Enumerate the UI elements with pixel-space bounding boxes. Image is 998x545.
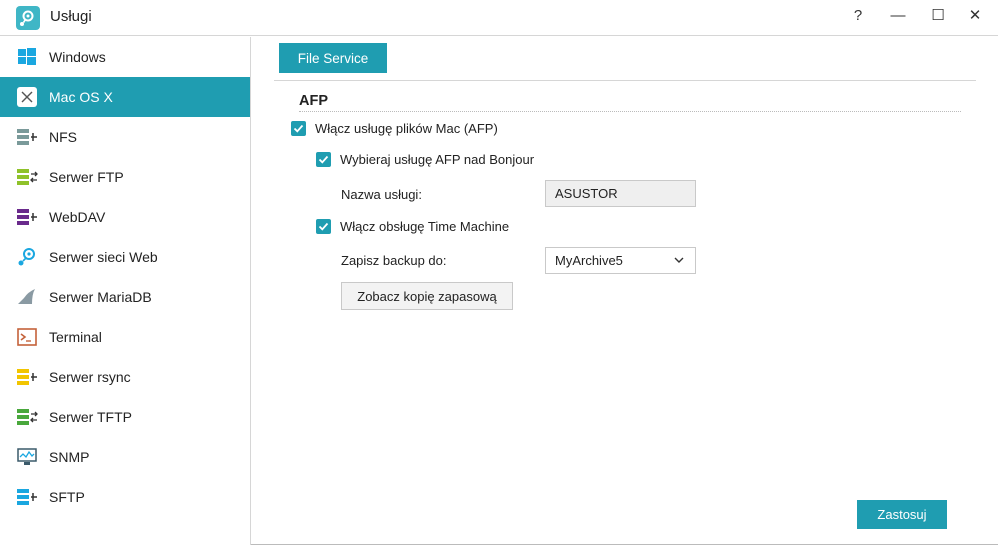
sidebar-item-snmp[interactable]: SNMP [0, 437, 250, 477]
sidebar-item-mac-os-x[interactable]: Mac OS X [0, 77, 250, 117]
service-name-label: Nazwa usługi: [341, 187, 422, 202]
sidebar-item-label: Mac OS X [49, 89, 113, 105]
help-icon: ? [853, 6, 863, 24]
sidebar-item-web-server[interactable]: Serwer sieci Web [0, 237, 250, 277]
time-machine-checkbox[interactable]: Włącz obsługę Time Machine [316, 219, 509, 234]
snmp-icon [16, 446, 38, 468]
mac-os-icon [16, 86, 38, 108]
services-window: Usługi ? — ☐ ✕ Windows Mac OS X NFS Serw… [0, 0, 998, 545]
view-backup-button[interactable]: Zobacz kopię zapasową [341, 282, 513, 310]
mariadb-icon [16, 286, 38, 308]
backup-target-label: Zapisz backup do: [341, 253, 447, 268]
close-icon: ✕ [968, 7, 982, 24]
minimize-button[interactable]: — [878, 0, 918, 30]
window-title: Usługi [50, 8, 92, 25]
sidebar-item-label: SNMP [49, 449, 90, 465]
sidebar-item-label: Serwer FTP [49, 169, 124, 185]
maximize-icon: ☐ [931, 7, 945, 24]
bonjour-label: Wybieraj usługę AFP nad Bonjour [340, 152, 535, 167]
sidebar-item-nfs[interactable]: NFS [0, 117, 250, 157]
section-divider [299, 111, 961, 112]
sidebar-item-label: Windows [49, 49, 106, 65]
web-server-icon [16, 246, 38, 268]
title-bar: Usługi ? — ☐ ✕ [0, 0, 998, 36]
close-button[interactable]: ✕ [955, 0, 995, 30]
sidebar-item-label: WebDAV [49, 209, 106, 225]
sftp-icon [16, 486, 38, 508]
sidebar-item-label: Serwer TFTP [49, 409, 132, 425]
sidebar-item-label: Terminal [49, 329, 102, 345]
services-icon [16, 6, 40, 30]
sidebar-item-windows[interactable]: Windows [0, 37, 250, 77]
sidebar-item-webdav[interactable]: WebDAV [0, 197, 250, 237]
service-name-input[interactable] [545, 180, 696, 207]
sidebar-item-label: Serwer rsync [49, 369, 131, 385]
time-machine-label: Włącz obsługę Time Machine [340, 219, 510, 234]
checkmark-icon [291, 121, 306, 136]
checkmark-icon [316, 219, 331, 234]
tftp-server-icon [16, 406, 38, 428]
backup-target-value: MyArchive5 [555, 253, 623, 268]
nfs-icon [16, 126, 38, 148]
ftp-server-icon [16, 166, 38, 188]
webdav-icon [16, 206, 38, 228]
bonjour-checkbox[interactable]: Wybieraj usługę AFP nad Bonjour [316, 152, 534, 167]
tab-file-service[interactable]: File Service [279, 43, 387, 73]
sidebar-item-rsync-server[interactable]: Serwer rsync [0, 357, 250, 397]
windows-icon [16, 46, 38, 68]
sidebar-item-tftp-server[interactable]: Serwer TFTP [0, 397, 250, 437]
enable-afp-label: Włącz usługę plików Mac (AFP) [315, 121, 498, 136]
rsync-server-icon [16, 366, 38, 388]
sidebar: Windows Mac OS X NFS Serwer FTP WebDAV S… [0, 37, 251, 545]
chevron-down-icon [673, 254, 685, 269]
minimize-icon: — [890, 6, 906, 24]
sidebar-item-label: Serwer MariaDB [49, 289, 152, 305]
sidebar-item-label: SFTP [49, 489, 85, 505]
maximize-button[interactable]: ☐ [918, 0, 958, 30]
apply-button[interactable]: Zastosuj [857, 500, 947, 529]
enable-afp-checkbox[interactable]: Włącz usługę plików Mac (AFP) [291, 121, 498, 136]
sidebar-item-terminal[interactable]: Terminal [0, 317, 250, 357]
main-panel: File Service AFP Włącz usługę plików Mac… [252, 37, 998, 545]
checkmark-icon [316, 152, 331, 167]
sidebar-item-mariadb[interactable]: Serwer MariaDB [0, 277, 250, 317]
backup-target-select[interactable]: MyArchive5 [545, 247, 696, 274]
terminal-icon [16, 326, 38, 348]
help-button[interactable]: ? [838, 0, 878, 30]
tab-divider [274, 80, 976, 81]
section-title-afp: AFP [299, 93, 328, 109]
sidebar-item-sftp[interactable]: SFTP [0, 477, 250, 517]
sidebar-item-ftp-server[interactable]: Serwer FTP [0, 157, 250, 197]
sidebar-item-label: NFS [49, 129, 77, 145]
sidebar-item-label: Serwer sieci Web [49, 249, 158, 265]
